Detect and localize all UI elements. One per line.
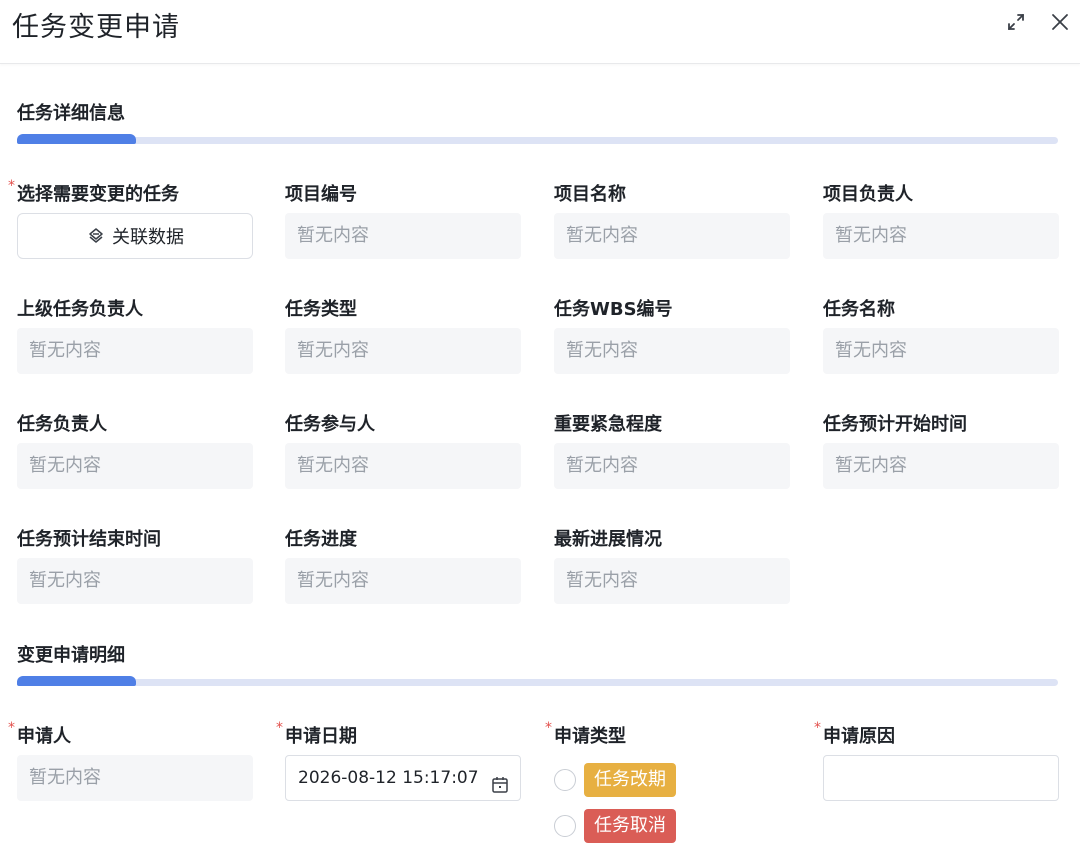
- tag-reschedule: 任务改期: [584, 763, 676, 797]
- field-value: 暂无内容: [17, 443, 253, 489]
- apply-date-input[interactable]: 2026-08-12 15:17:07: [285, 755, 521, 801]
- section-title-task-details: 任务详细信息: [17, 103, 125, 124]
- dialog-header: 任务变更申请: [0, 0, 1080, 64]
- link-data-button[interactable]: 关联数据: [17, 213, 253, 259]
- radio-option-reschedule[interactable]: 任务改期: [554, 763, 676, 797]
- close-icon[interactable]: [1048, 10, 1072, 34]
- apply-date-value: 2026-08-12 15:17:07: [298, 768, 479, 788]
- field-label: 项目编号: [285, 184, 357, 205]
- field-label: 重要紧急程度: [554, 414, 662, 435]
- field-value: 暂无内容: [285, 443, 521, 489]
- field-label: 任务WBS编号: [554, 299, 673, 320]
- field-value: 暂无内容: [554, 213, 790, 259]
- link-data-button-label: 关联数据: [112, 227, 184, 248]
- dialog-title: 任务变更申请: [12, 12, 180, 43]
- field-value: 暂无内容: [823, 443, 1059, 489]
- field-label: 选择需要变更的任务: [17, 184, 179, 205]
- field-value: 暂无内容: [17, 755, 253, 801]
- field-value: 暂无内容: [554, 558, 790, 604]
- calendar-icon[interactable]: [490, 768, 510, 812]
- field-label: 上级任务负责人: [17, 299, 143, 320]
- required-mark: *: [545, 720, 552, 736]
- field-label: 申请人: [17, 726, 71, 747]
- section-title-change-details: 变更申请明细: [17, 645, 125, 666]
- apply-reason-input[interactable]: [823, 755, 1059, 801]
- field-value: 暂无内容: [285, 328, 521, 374]
- tag-cancel: 任务取消: [584, 809, 676, 843]
- field-value: 暂无内容: [17, 558, 253, 604]
- field-label: 项目名称: [554, 184, 626, 205]
- required-mark: *: [276, 720, 283, 736]
- expand-icon[interactable]: [1004, 10, 1028, 34]
- field-label: 任务进度: [285, 529, 357, 550]
- field-label: 任务名称: [823, 299, 895, 320]
- section-divider: [17, 676, 1058, 686]
- field-label: 任务负责人: [17, 414, 107, 435]
- section-divider: [17, 134, 1058, 144]
- radio-option-cancel[interactable]: 任务取消: [554, 809, 676, 843]
- field-value: 暂无内容: [554, 328, 790, 374]
- field-value: 暂无内容: [285, 213, 521, 259]
- radio-button[interactable]: [554, 769, 576, 791]
- required-mark: *: [8, 178, 15, 194]
- link-icon: [86, 226, 106, 246]
- field-value: 暂无内容: [554, 443, 790, 489]
- field-value: 暂无内容: [17, 328, 253, 374]
- field-label: 任务预计开始时间: [823, 414, 967, 435]
- radio-button[interactable]: [554, 815, 576, 837]
- field-label: 项目负责人: [823, 184, 913, 205]
- field-label: 申请原因: [823, 726, 895, 747]
- field-label: 申请类型: [554, 726, 626, 747]
- field-value: 暂无内容: [285, 558, 521, 604]
- required-mark: *: [814, 720, 821, 736]
- field-value: 暂无内容: [823, 328, 1059, 374]
- field-label: 最新进展情况: [554, 529, 662, 550]
- field-label: 任务参与人: [285, 414, 375, 435]
- field-label: 任务预计结束时间: [17, 529, 161, 550]
- field-value: 暂无内容: [823, 213, 1059, 259]
- required-mark: *: [8, 720, 15, 736]
- field-label: 申请日期: [285, 726, 357, 747]
- field-label: 任务类型: [285, 299, 357, 320]
